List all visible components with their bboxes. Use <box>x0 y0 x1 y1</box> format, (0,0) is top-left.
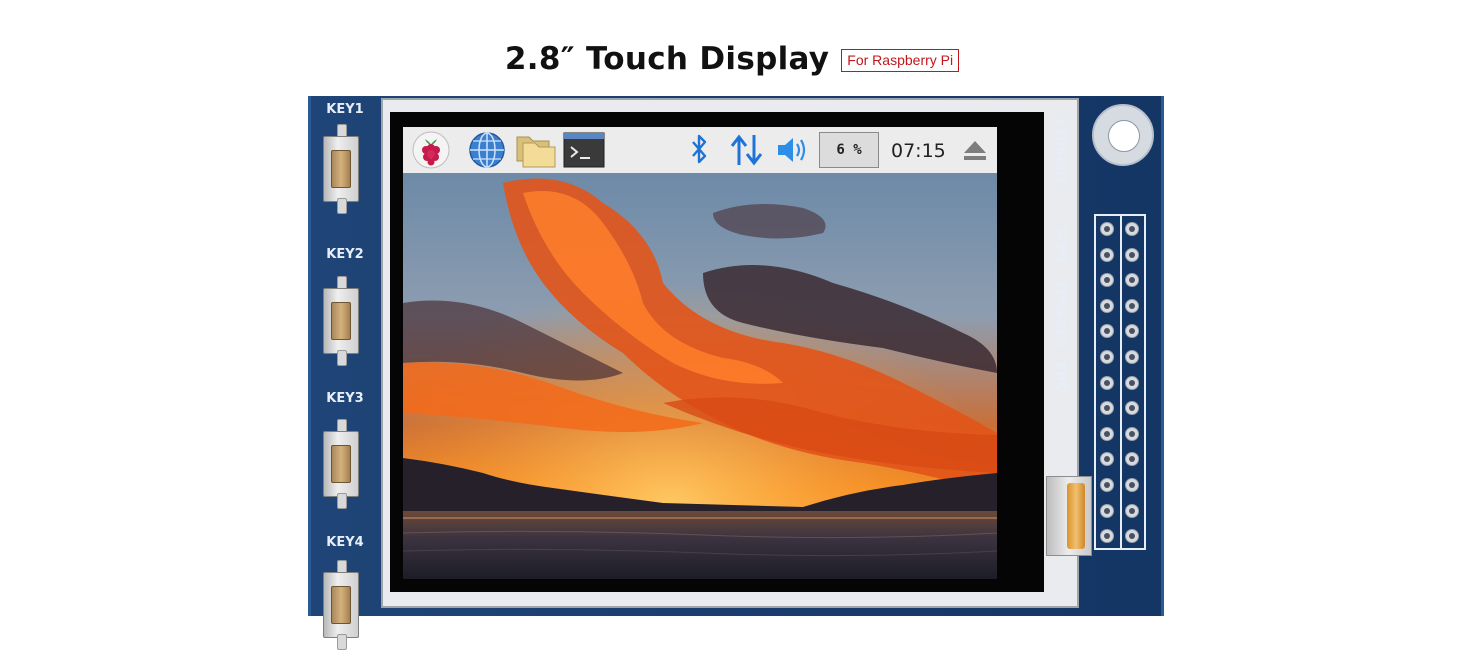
silk-batch: 5265S01 <box>1055 279 1071 348</box>
taskbar-clock[interactable]: 07:15 <box>891 140 946 162</box>
gpio-pin <box>1125 298 1139 313</box>
gpio-pin <box>1125 478 1139 492</box>
gpio-pin <box>1100 247 1114 262</box>
silk-code: QR4 <box>1055 360 1071 393</box>
key1-button[interactable] <box>323 124 359 214</box>
silk-model: TP28017 <box>1055 117 1071 186</box>
gpio-pin <box>1125 222 1139 236</box>
key1-label: KEY1 <box>326 102 364 117</box>
gpio-pin <box>1100 503 1114 518</box>
lcd-screen[interactable]: 6 % 07:15 <box>403 127 997 579</box>
mounting-hole <box>1092 104 1154 166</box>
gpio-pin <box>1100 298 1114 313</box>
cpu-usage-monitor[interactable]: 6 % <box>819 132 879 168</box>
terminal-icon[interactable] <box>563 131 605 169</box>
gpio-pin <box>1125 503 1139 518</box>
web-browser-icon[interactable] <box>467 131 507 169</box>
raspberry-menu-icon[interactable] <box>411 131 451 169</box>
product-title: 2.8″ Touch Display <box>504 41 830 77</box>
gpio-pin <box>1125 426 1139 441</box>
key2-button[interactable] <box>323 276 359 366</box>
gpio-pin <box>1100 478 1114 492</box>
key3-button[interactable] <box>323 419 359 509</box>
gpio-pin <box>1125 247 1139 262</box>
silk-revision: G4/5 <box>1055 226 1071 263</box>
gpio-pin <box>1100 222 1114 236</box>
gpio-pin <box>1100 426 1114 441</box>
headline: 2.8″ Touch Display For Raspberry Pi <box>0 36 1464 82</box>
network-icon[interactable] <box>729 131 765 169</box>
gpio-pin <box>1125 350 1139 364</box>
gpio-pin <box>1100 375 1114 390</box>
key4-label: KEY4 <box>326 535 364 550</box>
gpio-pin <box>1100 350 1114 364</box>
fpc-connector <box>1046 476 1092 556</box>
key4-button[interactable] <box>323 560 359 650</box>
compatibility-badge: For Raspberry Pi <box>841 48 960 72</box>
file-manager-icon[interactable] <box>515 131 557 169</box>
gpio-pin <box>1125 375 1139 390</box>
bluetooth-icon[interactable] <box>685 131 713 169</box>
desktop-wallpaper <box>403 173 997 579</box>
desktop-taskbar: 6 % 07:15 <box>403 127 997 174</box>
key2-label: KEY2 <box>326 247 364 262</box>
volume-icon[interactable] <box>775 131 811 169</box>
eject-icon[interactable] <box>961 131 989 169</box>
key3-label: KEY3 <box>326 391 364 406</box>
cpu-usage-value: 6 % <box>836 142 862 158</box>
